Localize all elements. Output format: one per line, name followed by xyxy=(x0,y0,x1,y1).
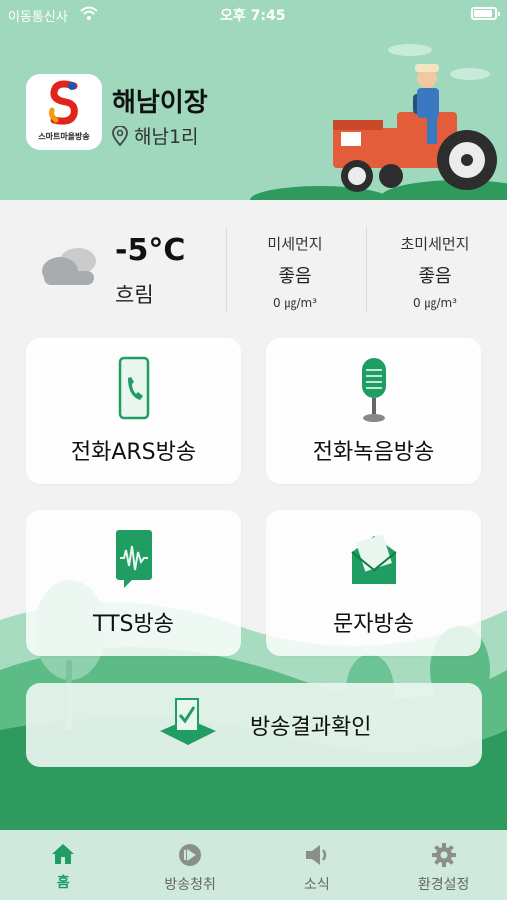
divider xyxy=(366,227,367,313)
tab-label: 방송청취 xyxy=(164,877,216,893)
logo-s-icon xyxy=(49,80,78,125)
status-bar: 이동통신사 오후 7:45 xyxy=(0,0,507,30)
tab-label: 환경설정 xyxy=(417,877,470,893)
wifi-icon xyxy=(80,6,98,20)
logo-caption: 스마트마을방송 xyxy=(38,132,90,141)
temperature: -5°C xyxy=(115,233,186,268)
envelope-icon xyxy=(350,534,397,584)
battery-icon xyxy=(471,7,500,20)
broadcast-result-button[interactable]: 방송결과확인 xyxy=(26,683,482,767)
ultra-fine-dust-info: 초미세먼지 좋음 0 ㎍/m³ xyxy=(370,233,500,311)
tab-label: 소식 xyxy=(303,877,330,893)
phone-icon xyxy=(118,356,149,420)
broadcast-result-label: 방송결과확인 xyxy=(250,715,372,740)
fine-dust-grade: 좋음 xyxy=(278,266,312,287)
bottom-tab-bar: 홈 방송청취 소식 환경설정 xyxy=(0,830,507,900)
tab-home[interactable]: 홈 xyxy=(0,830,127,900)
tts-broadcast-button[interactable]: TTS방송 xyxy=(26,510,241,656)
tts-icon xyxy=(115,530,152,588)
microphone-icon xyxy=(361,358,386,422)
ultra-fine-dust-title: 초미세먼지 xyxy=(400,235,470,253)
phone-ars-broadcast-button[interactable]: 전화ARS방송 xyxy=(26,338,241,484)
sms-broadcast-button[interactable]: 문자방송 xyxy=(266,510,481,656)
home-icon xyxy=(52,844,75,864)
ultra-fine-dust-grade: 좋음 xyxy=(418,266,452,287)
play-icon xyxy=(179,844,202,866)
gear-icon xyxy=(431,843,456,867)
weather-condition: 흐림 xyxy=(115,283,154,307)
tractor-illustration xyxy=(333,64,497,192)
speaker-icon xyxy=(305,845,327,865)
location-label: 해남1리 xyxy=(134,126,199,148)
fine-dust-info: 미세먼지 좋음 0 ㎍/m³ xyxy=(230,233,360,311)
sms-label: 문자방송 xyxy=(333,612,414,637)
weather-panel: -5°C 흐림 미세먼지 좋음 0 ㎍/m³ 초미세먼지 좋음 0 ㎍/m³ xyxy=(0,215,507,325)
phone-ars-label: 전화ARS방송 xyxy=(70,440,197,465)
village-name: 해남이장 xyxy=(112,88,208,118)
tab-label: 홈 xyxy=(56,875,70,891)
cloudy-weather-icon xyxy=(42,248,96,285)
fine-dust-title: 미세먼지 xyxy=(267,235,323,253)
ultra-fine-dust-value: 0 ㎍/m³ xyxy=(413,296,457,310)
phone-record-broadcast-button[interactable]: 전화녹음방송 xyxy=(266,338,481,484)
tab-listen[interactable]: 방송청취 xyxy=(127,830,254,900)
fine-dust-value: 0 ㎍/m³ xyxy=(273,296,317,310)
carrier-label: 이동통신사 xyxy=(8,10,68,25)
app-logo: 스마트마을방송 xyxy=(26,74,102,150)
tts-label: TTS방송 xyxy=(93,612,174,637)
ballot-check-icon xyxy=(160,698,216,745)
location: 해남1리 xyxy=(112,122,199,149)
tab-news[interactable]: 소식 xyxy=(254,830,381,900)
divider xyxy=(226,227,227,313)
location-pin-icon xyxy=(112,125,128,146)
tab-settings[interactable]: 환경설정 xyxy=(380,830,507,900)
clock: 오후 7:45 xyxy=(220,8,286,24)
header: 스마트마을방송 해남이장 해남1리 xyxy=(0,30,507,200)
phone-record-label: 전화녹음방송 xyxy=(312,440,435,465)
